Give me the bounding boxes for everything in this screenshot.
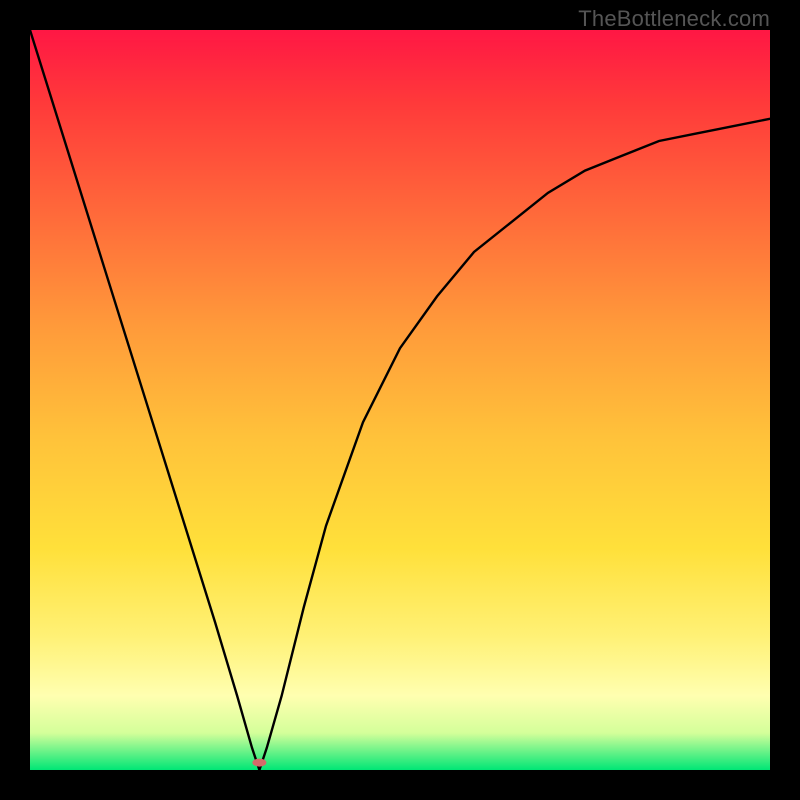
- curve-layer: [30, 30, 770, 770]
- watermark-text: TheBottleneck.com: [578, 6, 770, 32]
- chart-frame: TheBottleneck.com: [0, 0, 800, 800]
- plot-area: [30, 30, 770, 770]
- bottleneck-curve: [30, 30, 770, 770]
- minimum-marker: [252, 759, 266, 767]
